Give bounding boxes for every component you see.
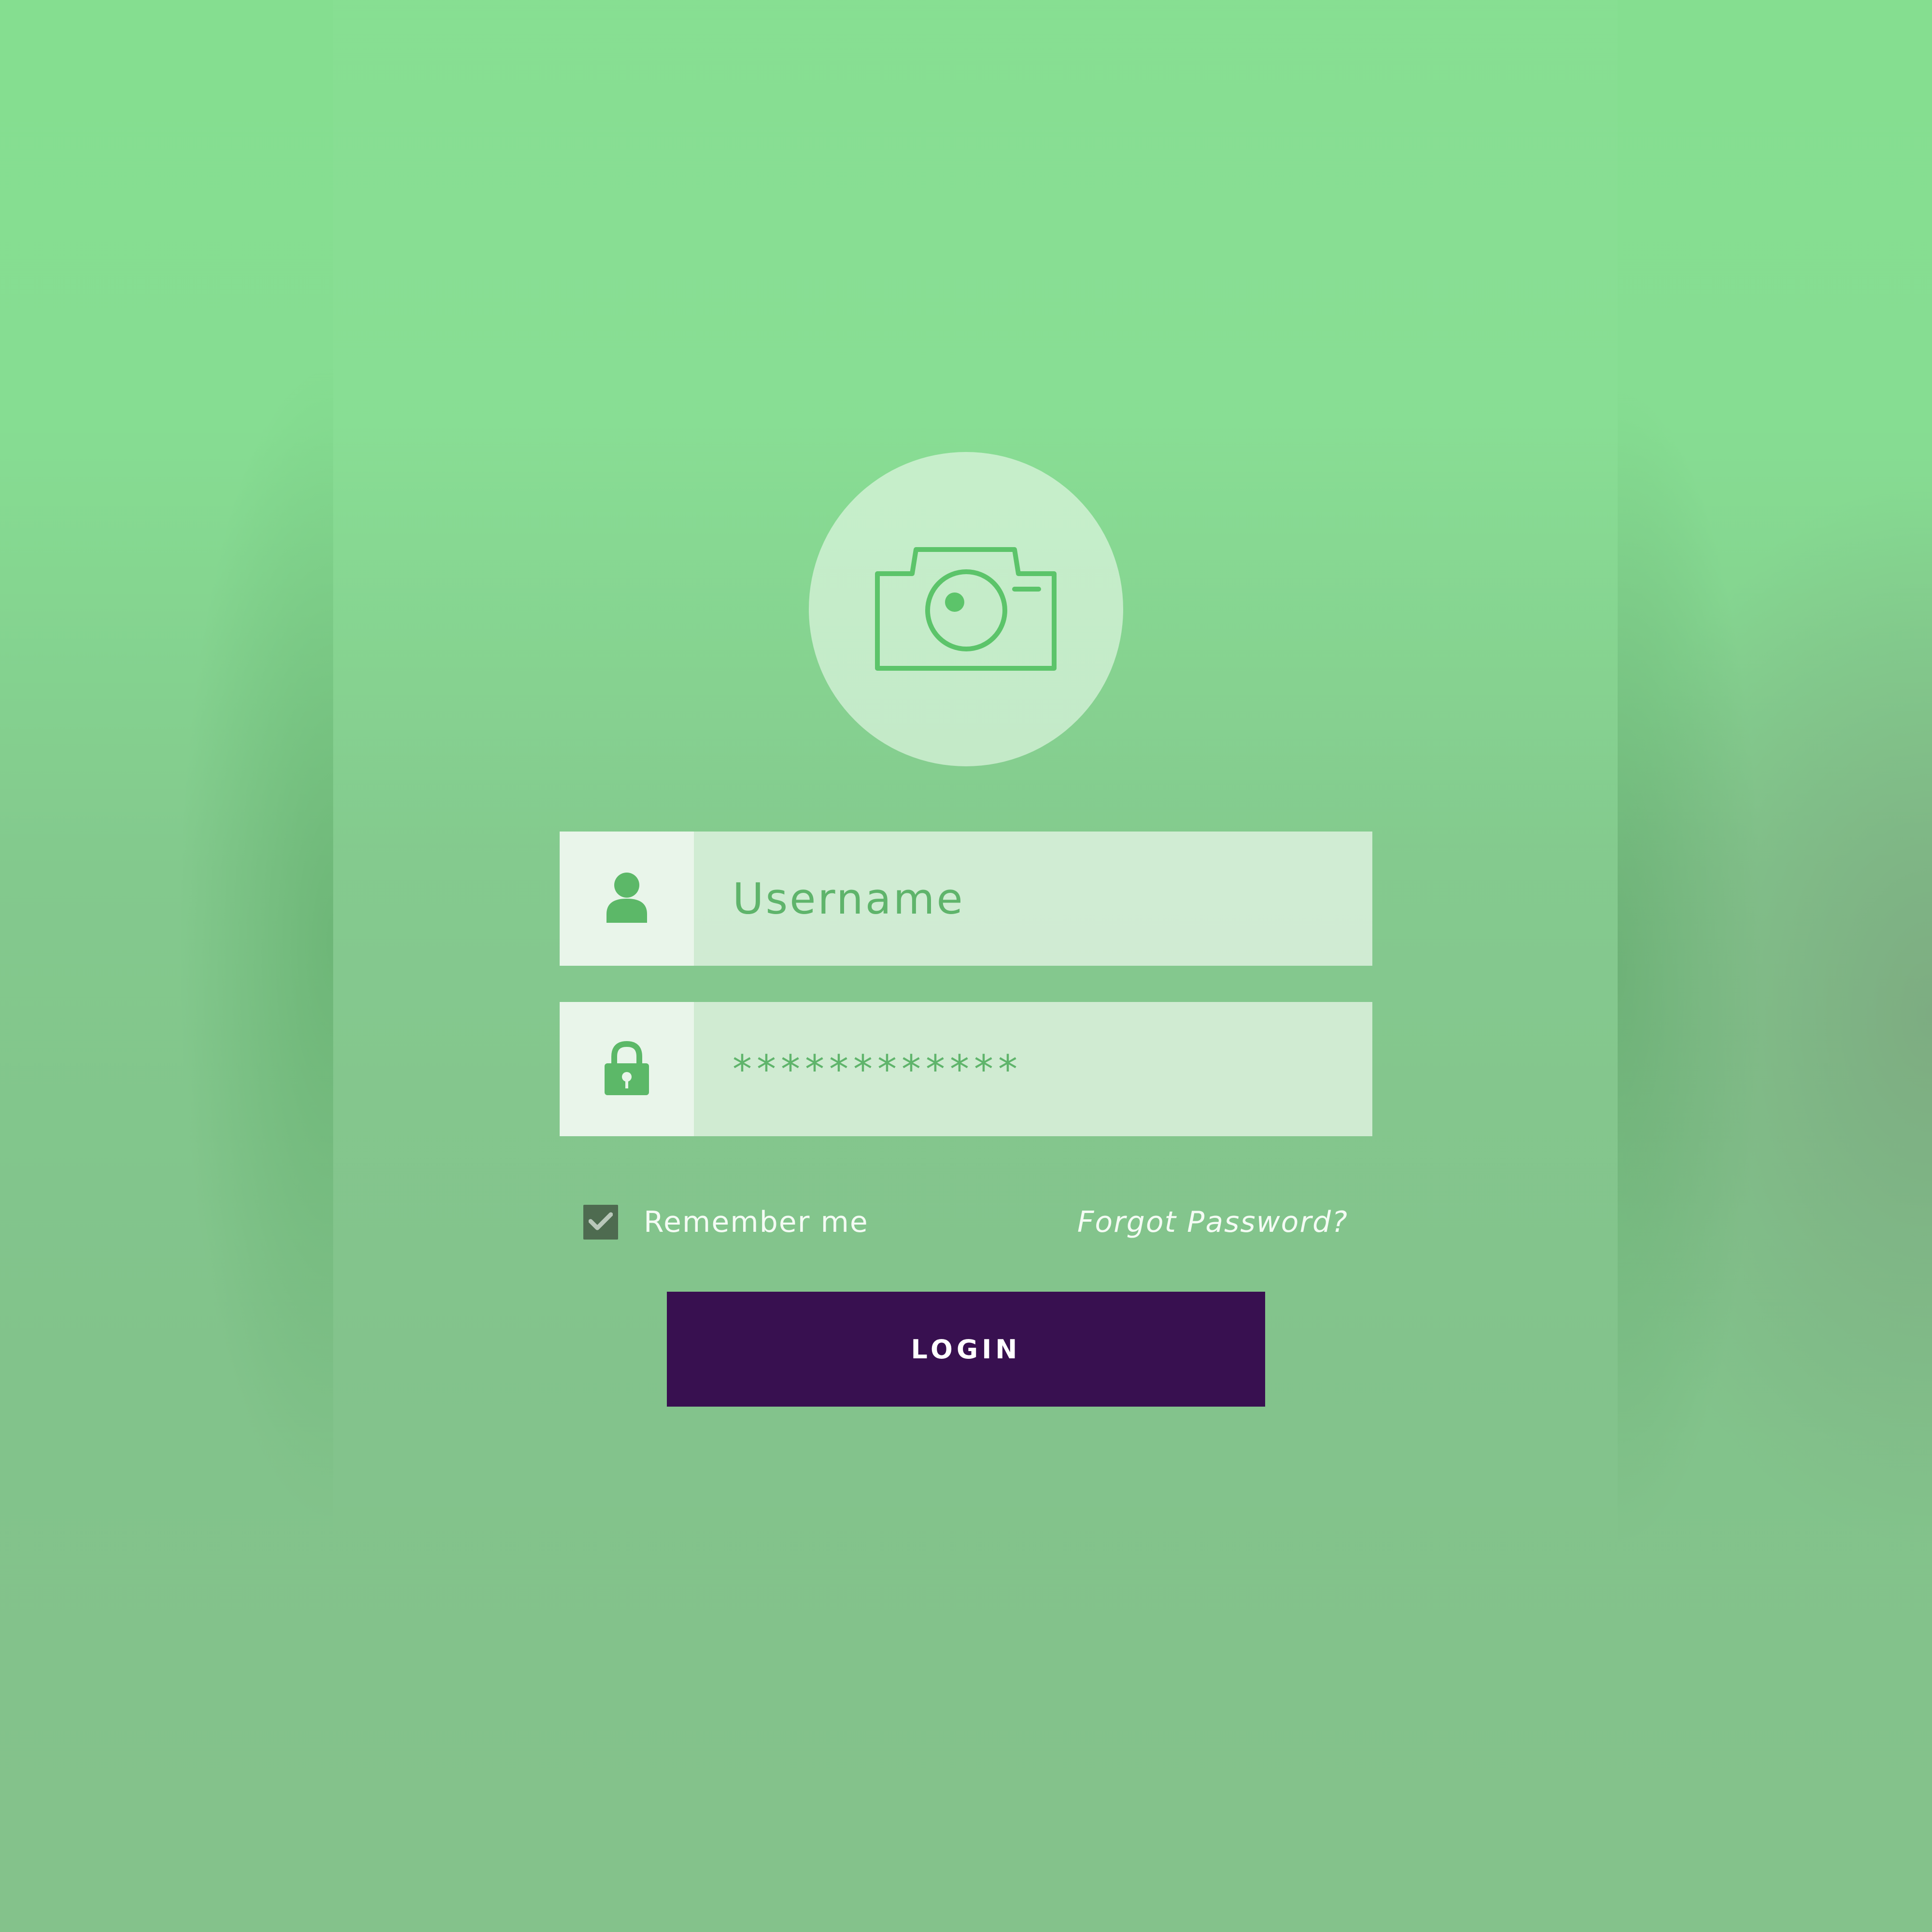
username-icon-box xyxy=(560,832,694,966)
lock-icon xyxy=(604,1040,650,1098)
remember-me[interactable]: Remember me xyxy=(583,1205,869,1240)
password-icon-box xyxy=(560,1002,694,1136)
username-input[interactable]: Username xyxy=(694,832,1372,966)
user-icon xyxy=(606,873,647,925)
left-side-shadow xyxy=(0,0,333,1932)
remember-checkbox[interactable] xyxy=(583,1205,618,1240)
checkmark-icon xyxy=(588,1212,613,1233)
avatar-circle xyxy=(809,452,1123,766)
password-masked-value: ************ xyxy=(733,1046,1022,1092)
username-placeholder: Username xyxy=(733,874,965,924)
right-side-shadow xyxy=(1618,0,1932,1932)
forgot-password-link[interactable]: Forgot Password? xyxy=(1077,1205,1348,1239)
password-field[interactable]: ************ xyxy=(560,1002,1372,1136)
form-options-row: Remember me Forgot Password? xyxy=(583,1205,1348,1240)
username-field[interactable]: Username xyxy=(560,832,1372,966)
password-input[interactable]: ************ xyxy=(694,1002,1372,1136)
camera-icon xyxy=(874,547,1058,672)
login-button[interactable]: LOGIN xyxy=(667,1292,1265,1407)
login-panel xyxy=(333,0,1618,1932)
remember-label: Remember me xyxy=(644,1205,869,1239)
